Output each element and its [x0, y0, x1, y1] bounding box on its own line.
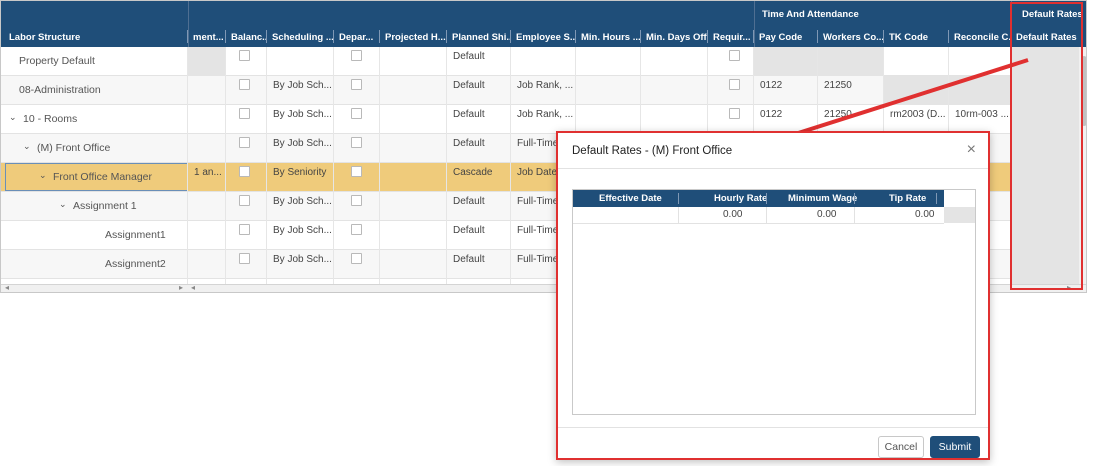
hourly-rate-cell[interactable]: 0.00	[723, 207, 742, 223]
divider	[558, 427, 988, 428]
divider	[766, 193, 767, 204]
tip-rate-cell[interactable]: 0.00	[915, 207, 934, 223]
divider	[678, 193, 679, 204]
rate-row[interactable]: 0.00 0.00 0.00	[573, 207, 944, 224]
dialog-title: Default Rates - (M) Front Office	[572, 145, 733, 157]
row-filler	[944, 207, 975, 223]
col-tip-rate[interactable]: Tip Rate	[889, 190, 926, 207]
rates-grid-header: Effective Date Hourly Rate Minimum Wage …	[573, 190, 944, 207]
col-effective-date[interactable]: Effective Date	[599, 190, 662, 207]
rates-grid: Effective Date Hourly Rate Minimum Wage …	[572, 189, 976, 415]
divider	[766, 207, 767, 223]
divider	[936, 193, 937, 204]
col-hourly-rate[interactable]: Hourly Rate	[714, 190, 767, 207]
col-minimum-wage[interactable]: Minimum Wage	[788, 190, 857, 207]
submit-button[interactable]: Submit	[930, 436, 980, 458]
divider	[854, 207, 855, 223]
default-rates-dialog: Default Rates - (M) Front Office × Effec…	[556, 131, 990, 460]
divider	[558, 168, 988, 169]
cancel-button[interactable]: Cancel	[878, 436, 924, 458]
divider	[678, 207, 679, 223]
close-icon[interactable]: ×	[967, 141, 976, 159]
minimum-wage-cell[interactable]: 0.00	[817, 207, 836, 223]
divider	[854, 193, 855, 204]
